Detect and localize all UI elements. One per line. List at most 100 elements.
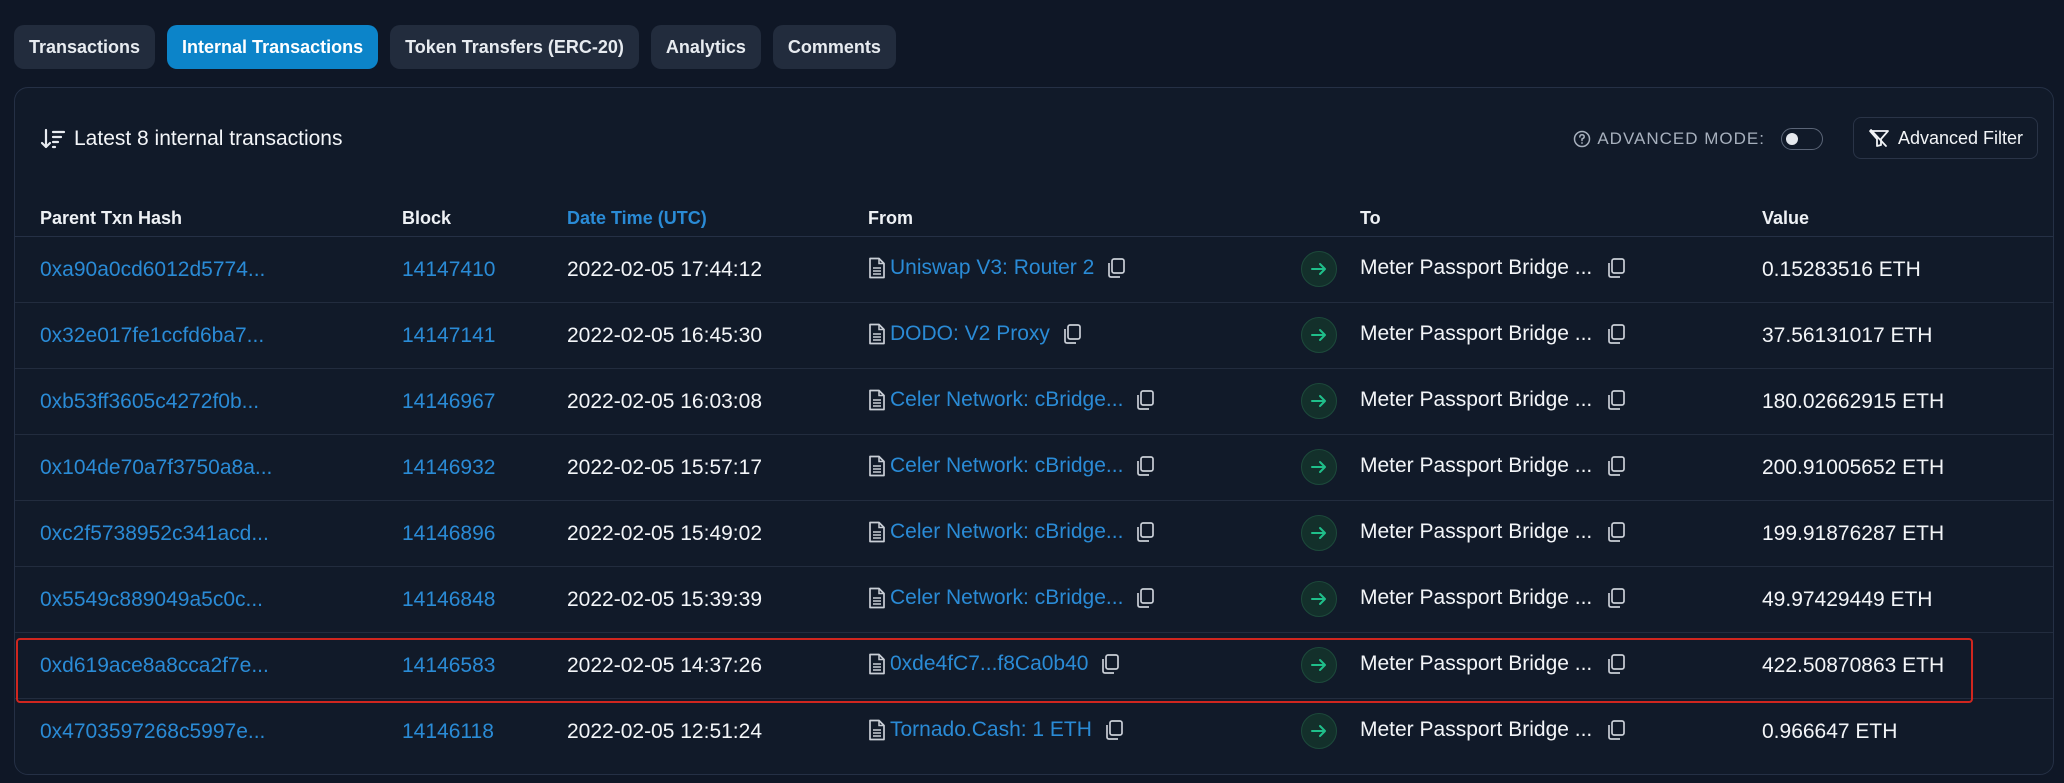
to-address: Meter Passport Bridge ... [1360,256,1628,280]
copy-icon[interactable] [1060,322,1084,346]
table-row: 0xa90a0cd6012d5774... 14147410 2022-02-0… [15,236,2053,303]
parent-txn-hash-link[interactable]: 0xa90a0cd6012d5774... [40,258,265,282]
from-address-link[interactable]: Uniswap V3: Router 2 [890,256,1094,280]
arrow-right-icon [1311,263,1326,275]
to-address-text[interactable]: Meter Passport Bridge ... [1360,586,1592,610]
parent-txn-hash-link[interactable]: 0x32e017fe1ccfd6ba7... [40,324,264,348]
copy-icon[interactable] [1604,256,1628,280]
to-address: Meter Passport Bridge ... [1360,718,1628,742]
tab-transactions[interactable]: Transactions [14,25,156,69]
from-address-link[interactable]: Celer Network: cBridge... [890,586,1123,610]
document-icon [869,389,885,411]
from-address: Uniswap V3: Router 2 [868,256,1128,280]
to-address-text[interactable]: Meter Passport Bridge ... [1360,256,1592,280]
copy-icon[interactable] [1133,520,1157,544]
parent-txn-hash-link[interactable]: 0xc2f5738952c341acd... [40,522,269,546]
tab-internal-transactions[interactable]: Internal Transactions [167,25,379,69]
header-datetime[interactable]: Date Time (UTC) [567,208,707,229]
advanced-mode-toggle[interactable] [1781,128,1823,150]
block-link[interactable]: 14146118 [402,720,494,744]
parent-txn-hash-link[interactable]: 0xd619ace8a8cca2f7e... [40,654,269,678]
to-address-text[interactable]: Meter Passport Bridge ... [1360,388,1592,412]
from-address-link[interactable]: 0xde4fC7...f8Ca0b40 [890,652,1088,676]
to-address-text[interactable]: Meter Passport Bridge ... [1360,322,1592,346]
summary: Latest 8 internal transactions [40,126,343,152]
tab-token-transfers[interactable]: Token Transfers (ERC-20) [390,25,639,69]
from-address-link[interactable]: DODO: V2 Proxy [890,322,1050,346]
to-address: Meter Passport Bridge ... [1360,388,1628,412]
direction-arrow [1301,515,1337,551]
copy-icon[interactable] [1133,454,1157,478]
arrow-right-icon [1311,329,1326,341]
header-parent-hash: Parent Txn Hash [40,208,183,228]
block-link[interactable]: 14146848 [402,588,495,612]
summary-text: Latest 8 internal transactions [74,127,343,150]
internal-transactions-card: Latest 8 internal transactions ADVANCED … [14,87,2054,775]
copy-icon[interactable] [1604,652,1628,676]
block-link[interactable]: 14146932 [402,456,495,480]
from-address: Celer Network: cBridge... [868,586,1157,610]
to-address: Meter Passport Bridge ... [1360,454,1628,478]
parent-txn-hash-link[interactable]: 0x4703597268c5997e... [40,720,265,744]
copy-icon[interactable] [1133,586,1157,610]
table-row: 0x4703597268c5997e... 14146118 2022-02-0… [15,698,2053,764]
parent-txn-hash-link[interactable]: 0x5549c889049a5c0c... [40,588,263,612]
block-link[interactable]: 14147410 [402,258,495,282]
copy-icon[interactable] [1604,388,1628,412]
copy-icon[interactable] [1104,256,1128,280]
document-icon [869,587,885,609]
value: 200.91005652 ETH [1762,456,1945,479]
to-address-text[interactable]: Meter Passport Bridge ... [1360,454,1592,478]
parent-txn-hash-link[interactable]: 0x104de70a7f3750a8a... [40,456,272,480]
block-link[interactable]: 14146896 [402,522,495,546]
to-address: Meter Passport Bridge ... [1360,520,1628,544]
advanced-filter-button[interactable]: Advanced Filter [1852,117,2038,159]
parent-txn-hash-link[interactable]: 0xb53ff3605c4272f0b... [40,390,259,414]
advanced-mode-label: ADVANCED MODE: [1597,129,1765,148]
from-address: DODO: V2 Proxy [868,322,1084,346]
datetime: 2022-02-05 15:39:39 [567,588,762,611]
copy-icon[interactable] [1604,586,1628,610]
tab-analytics[interactable]: Analytics [650,25,761,69]
document-icon [869,257,885,279]
value: 0.15283516 ETH [1762,258,1921,281]
document-icon [869,323,885,345]
block-link[interactable]: 14146583 [402,654,495,678]
tab-comments[interactable]: Comments [772,25,896,69]
from-address-link[interactable]: Celer Network: cBridge... [890,520,1123,544]
copy-icon[interactable] [1098,652,1122,676]
from-address: Celer Network: cBridge... [868,520,1157,544]
to-address: Meter Passport Bridge ... [1360,652,1628,676]
copy-icon[interactable] [1133,388,1157,412]
direction-arrow [1301,251,1337,287]
direction-arrow [1301,449,1337,485]
copy-icon[interactable] [1604,718,1628,742]
copy-icon[interactable] [1604,454,1628,478]
to-address: Meter Passport Bridge ... [1360,586,1628,610]
from-address: 0xde4fC7...f8Ca0b40 [868,652,1122,676]
from-address-link[interactable]: Celer Network: cBridge... [890,454,1123,478]
value: 180.02662915 ETH [1762,390,1945,413]
value: 0.966647 ETH [1762,720,1898,743]
to-address-text[interactable]: Meter Passport Bridge ... [1360,520,1592,544]
copy-icon[interactable] [1102,718,1126,742]
arrow-right-icon [1311,725,1326,737]
question-circle-icon[interactable] [1573,130,1591,148]
block-link[interactable]: 14147141 [402,324,495,348]
to-address-text[interactable]: Meter Passport Bridge ... [1360,652,1592,676]
table-row: 0xc2f5738952c341acd... 14146896 2022-02-… [15,500,2053,567]
direction-arrow [1301,383,1337,419]
from-address-link[interactable]: Celer Network: cBridge... [890,388,1123,412]
copy-icon[interactable] [1604,520,1628,544]
to-address-text[interactable]: Meter Passport Bridge ... [1360,718,1592,742]
tab-bar: Transactions Internal Transactions Token… [14,25,896,69]
arrow-right-icon [1311,659,1326,671]
arrow-right-icon [1311,461,1326,473]
from-address-link[interactable]: Tornado.Cash: 1 ETH [890,718,1092,742]
table-row: 0xb53ff3605c4272f0b... 14146967 2022-02-… [15,368,2053,435]
from-address: Celer Network: cBridge... [868,388,1157,412]
toggle-knob [1786,133,1798,145]
copy-icon[interactable] [1604,322,1628,346]
block-link[interactable]: 14146967 [402,390,495,414]
value: 199.91876287 ETH [1762,522,1945,545]
